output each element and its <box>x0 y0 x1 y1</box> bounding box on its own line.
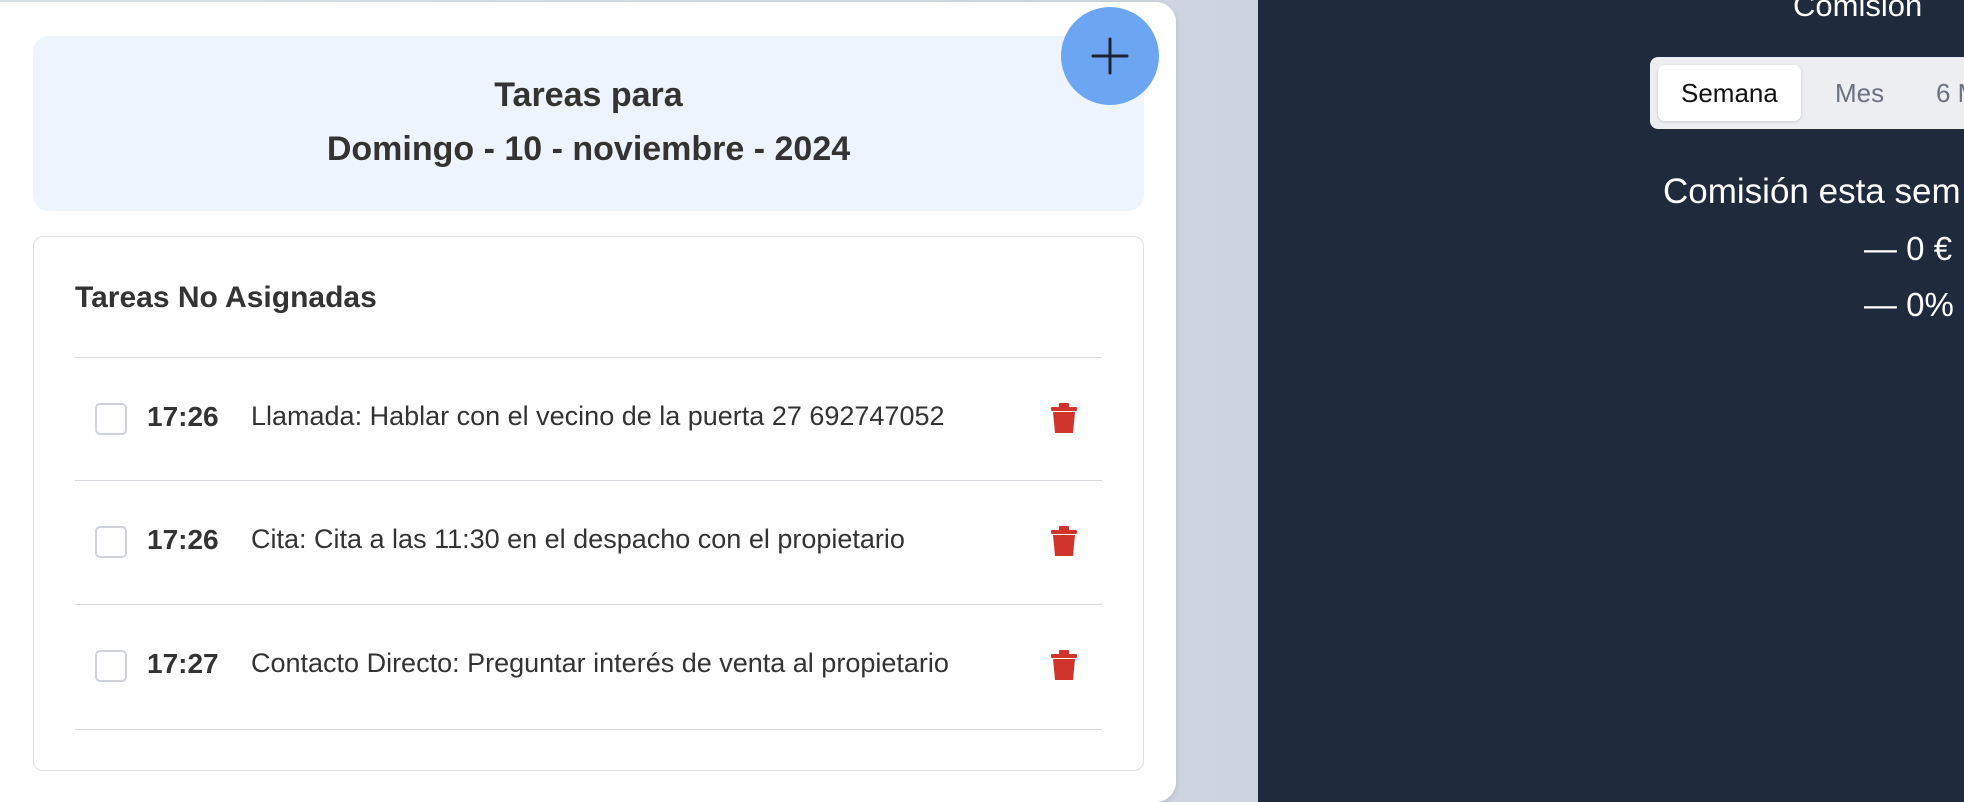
task-checkbox[interactable] <box>95 403 127 435</box>
tab-semana[interactable]: Semana <box>1658 65 1801 121</box>
task-checkbox[interactable] <box>95 526 127 558</box>
task-text: Contacto Directo: Preguntar interés de v… <box>251 648 949 678</box>
commission-amount: — 0 € <box>1864 230 1953 267</box>
tab-mes[interactable]: Mes <box>1835 65 1884 121</box>
tab-6-meses[interactable]: 6 M <box>1936 65 1964 121</box>
trash-icon[interactable] <box>1051 650 1077 685</box>
task-text: Cita: Cita a las 11:30 en el despacho co… <box>251 524 905 554</box>
commission-week-label: Comisión esta sem <box>1663 172 1961 211</box>
tasks-header-date: Domingo - 10 - noviembre - 2024 <box>326 130 851 168</box>
trash-icon[interactable] <box>1051 403 1077 438</box>
task-row: 17:26 Cita: Cita a las 11:30 en el despa… <box>75 480 1102 603</box>
tasks-header-title: Tareas para <box>494 76 683 114</box>
task-time: 17:26 <box>147 524 219 555</box>
task-checkbox[interactable] <box>95 650 127 682</box>
commission-percent: — 0% <box>1864 286 1954 323</box>
commission-panel: Comisión Semana Mes 6 M Comisión esta se… <box>1258 0 1964 802</box>
task-row: 17:27 Contacto Directo: Preguntar interé… <box>75 604 1102 727</box>
period-tabs: Semana Mes 6 M <box>1650 57 1964 129</box>
task-row: 17:26 Llamada: Hablar con el vecino de l… <box>75 357 1102 480</box>
task-text: Llamada: Hablar con el vecino de la puer… <box>251 401 945 431</box>
tasks-header: Tareas para Domingo - 10 - noviembre - 2… <box>33 36 1144 211</box>
divider <box>75 729 1102 730</box>
task-time: 17:26 <box>147 401 219 432</box>
commission-title: Comisión <box>1793 0 1923 23</box>
task-time: 17:27 <box>147 648 219 679</box>
unassigned-tasks-panel: Tareas No Asignadas 17:26 Llamada: Habla… <box>33 236 1144 771</box>
trash-icon[interactable] <box>1051 526 1077 561</box>
add-task-button[interactable] <box>1061 7 1159 105</box>
plus-icon <box>1091 37 1129 75</box>
section-title: Tareas No Asignadas <box>75 281 377 314</box>
tasks-card: Tareas para Domingo - 10 - noviembre - 2… <box>0 2 1176 802</box>
